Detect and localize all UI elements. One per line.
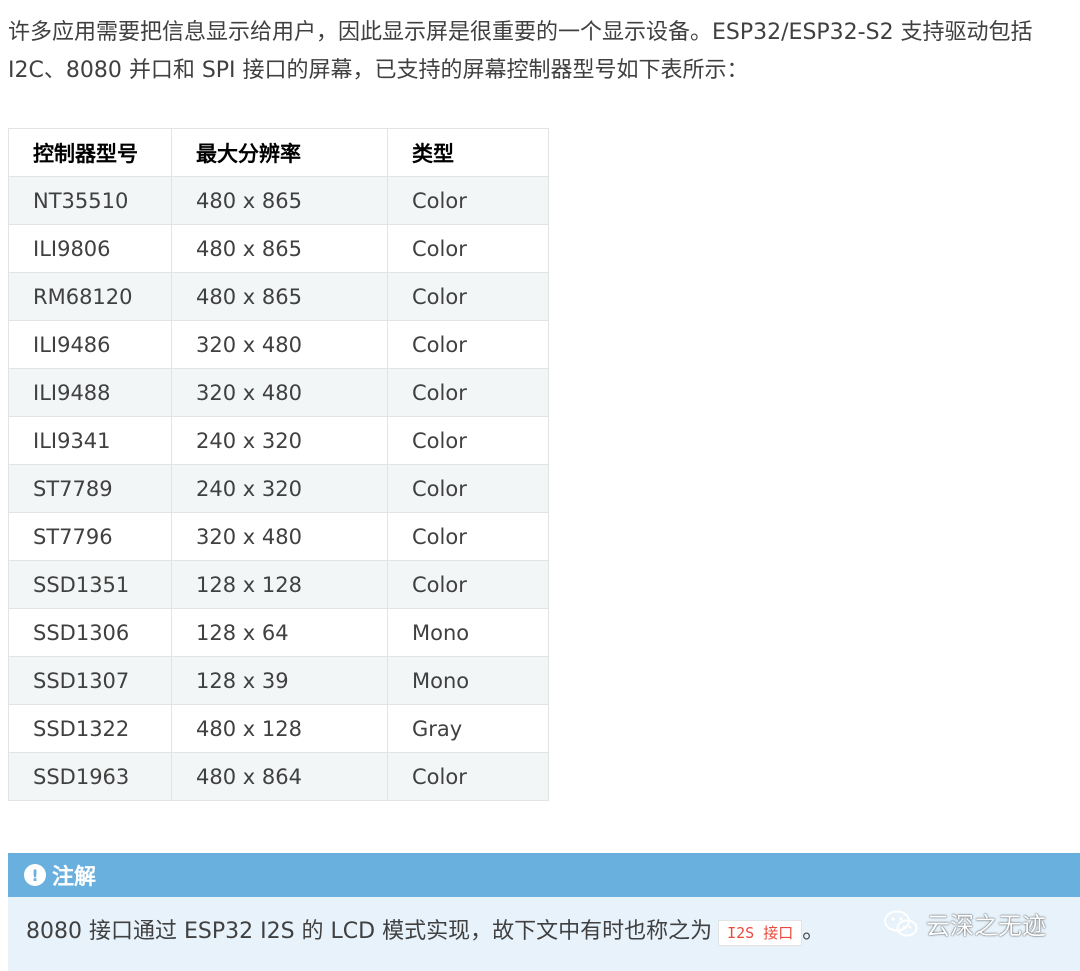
cell-controller-model: NT35510 (8, 176, 172, 225)
cell-max-resolution: 480 x 865 (171, 224, 388, 273)
cell-type: Mono (387, 656, 549, 705)
cell-controller-model: ILI9488 (8, 368, 172, 417)
cell-type: Color (387, 464, 549, 513)
cell-controller-model: ST7789 (8, 464, 172, 513)
cell-controller-model: ST7796 (8, 512, 172, 561)
cell-max-resolution: 320 x 480 (171, 320, 388, 369)
table-row: ILI9341 240 x 320 Color (8, 416, 549, 465)
cell-type: Color (387, 560, 549, 609)
intro-paragraph: 许多应用需要把信息显示给用户，因此显示屏是很重要的一个显示设备。ESP32/ES… (8, 20, 1033, 83)
note-trailing-punct: 。 (802, 919, 825, 944)
cell-controller-model: SSD1963 (8, 752, 172, 801)
table-row: SSD1351 128 x 128 Color (8, 560, 549, 609)
cell-type: Color (387, 224, 549, 273)
table-body: NT35510 480 x 865 Color ILI9806 480 x 865 Col… (8, 176, 549, 801)
table-row: SSD1322 480 x 128 Gray (8, 704, 549, 753)
cell-type: Color (387, 272, 549, 321)
cell-type: Gray (387, 704, 549, 753)
table-row: SSD1963 480 x 864 Color (8, 752, 549, 801)
cell-max-resolution: 320 x 480 (171, 368, 388, 417)
watermark: 云深之无迹 (884, 906, 1046, 941)
cell-controller-model: SSD1351 (8, 560, 172, 609)
document-page: 许多应用需要把信息显示给用户，因此显示屏是很重要的一个显示设备。ESP32/ES… (0, 0, 1080, 971)
cell-controller-model: SSD1307 (8, 656, 172, 705)
cell-controller-model: SSD1322 (8, 704, 172, 753)
cell-type: Color (387, 320, 549, 369)
table-header-row: 控制器型号 最大分辨率 类型 (8, 128, 549, 177)
cell-max-resolution: 480 x 865 (171, 272, 388, 321)
table-row: ST7789 240 x 320 Color (8, 464, 549, 513)
note-body-text: 8080 接口通过 ESP32 I2S 的 LCD 模式实现，故下文中有时也称之… (26, 919, 713, 944)
table-row: ST7796 320 x 480 Color (8, 512, 549, 561)
exclamation-circle-icon: ! (24, 864, 46, 886)
cell-max-resolution: 480 x 864 (171, 752, 388, 801)
table-row: ILI9806 480 x 865 Color (8, 224, 549, 273)
table-row: ILI9486 320 x 480 Color (8, 320, 549, 369)
cell-type: Color (387, 368, 549, 417)
cell-controller-model: SSD1306 (8, 608, 172, 657)
wechat-icon (884, 910, 918, 936)
cell-controller-model: RM68120 (8, 272, 172, 321)
cell-max-resolution: 240 x 320 (171, 416, 388, 465)
cell-type: Mono (387, 608, 549, 657)
table-row: NT35510 480 x 865 Color (8, 176, 549, 225)
cell-max-resolution: 480 x 865 (171, 176, 388, 225)
table-row: RM68120 480 x 865 Color (8, 272, 549, 321)
header-max-resolution: 最大分辨率 (171, 128, 388, 177)
cell-max-resolution: 128 x 39 (171, 656, 388, 705)
cell-type: Color (387, 512, 549, 561)
controller-table: 控制器型号 最大分辨率 类型 NT35510 480 x 865 Color ILI9… (8, 128, 549, 801)
cell-max-resolution: 128 x 64 (171, 608, 388, 657)
cell-max-resolution: 480 x 128 (171, 704, 388, 753)
cell-max-resolution: 320 x 480 (171, 512, 388, 561)
cell-type: Color (387, 176, 549, 225)
inline-code: I2S 接口 (718, 920, 803, 946)
cell-controller-model: ILI9806 (8, 224, 172, 273)
cell-type: Color (387, 416, 549, 465)
cell-max-resolution: 240 x 320 (171, 464, 388, 513)
cell-max-resolution: 128 x 128 (171, 560, 388, 609)
header-controller-model: 控制器型号 (8, 128, 172, 177)
table-row: ILI9488 320 x 480 Color (8, 368, 549, 417)
table-row: SSD1306 128 x 64 Mono (8, 608, 549, 657)
table-row: SSD1307 128 x 39 Mono (8, 656, 549, 705)
note-title: 注解 (52, 865, 97, 890)
cell-controller-model: ILI9341 (8, 416, 172, 465)
watermark-text: 云深之无迹 (926, 912, 1046, 940)
header-type: 类型 (387, 128, 549, 177)
note-title-bar: ! 注解 (8, 853, 1080, 897)
cell-type: Color (387, 752, 549, 801)
cell-controller-model: ILI9486 (8, 320, 172, 369)
